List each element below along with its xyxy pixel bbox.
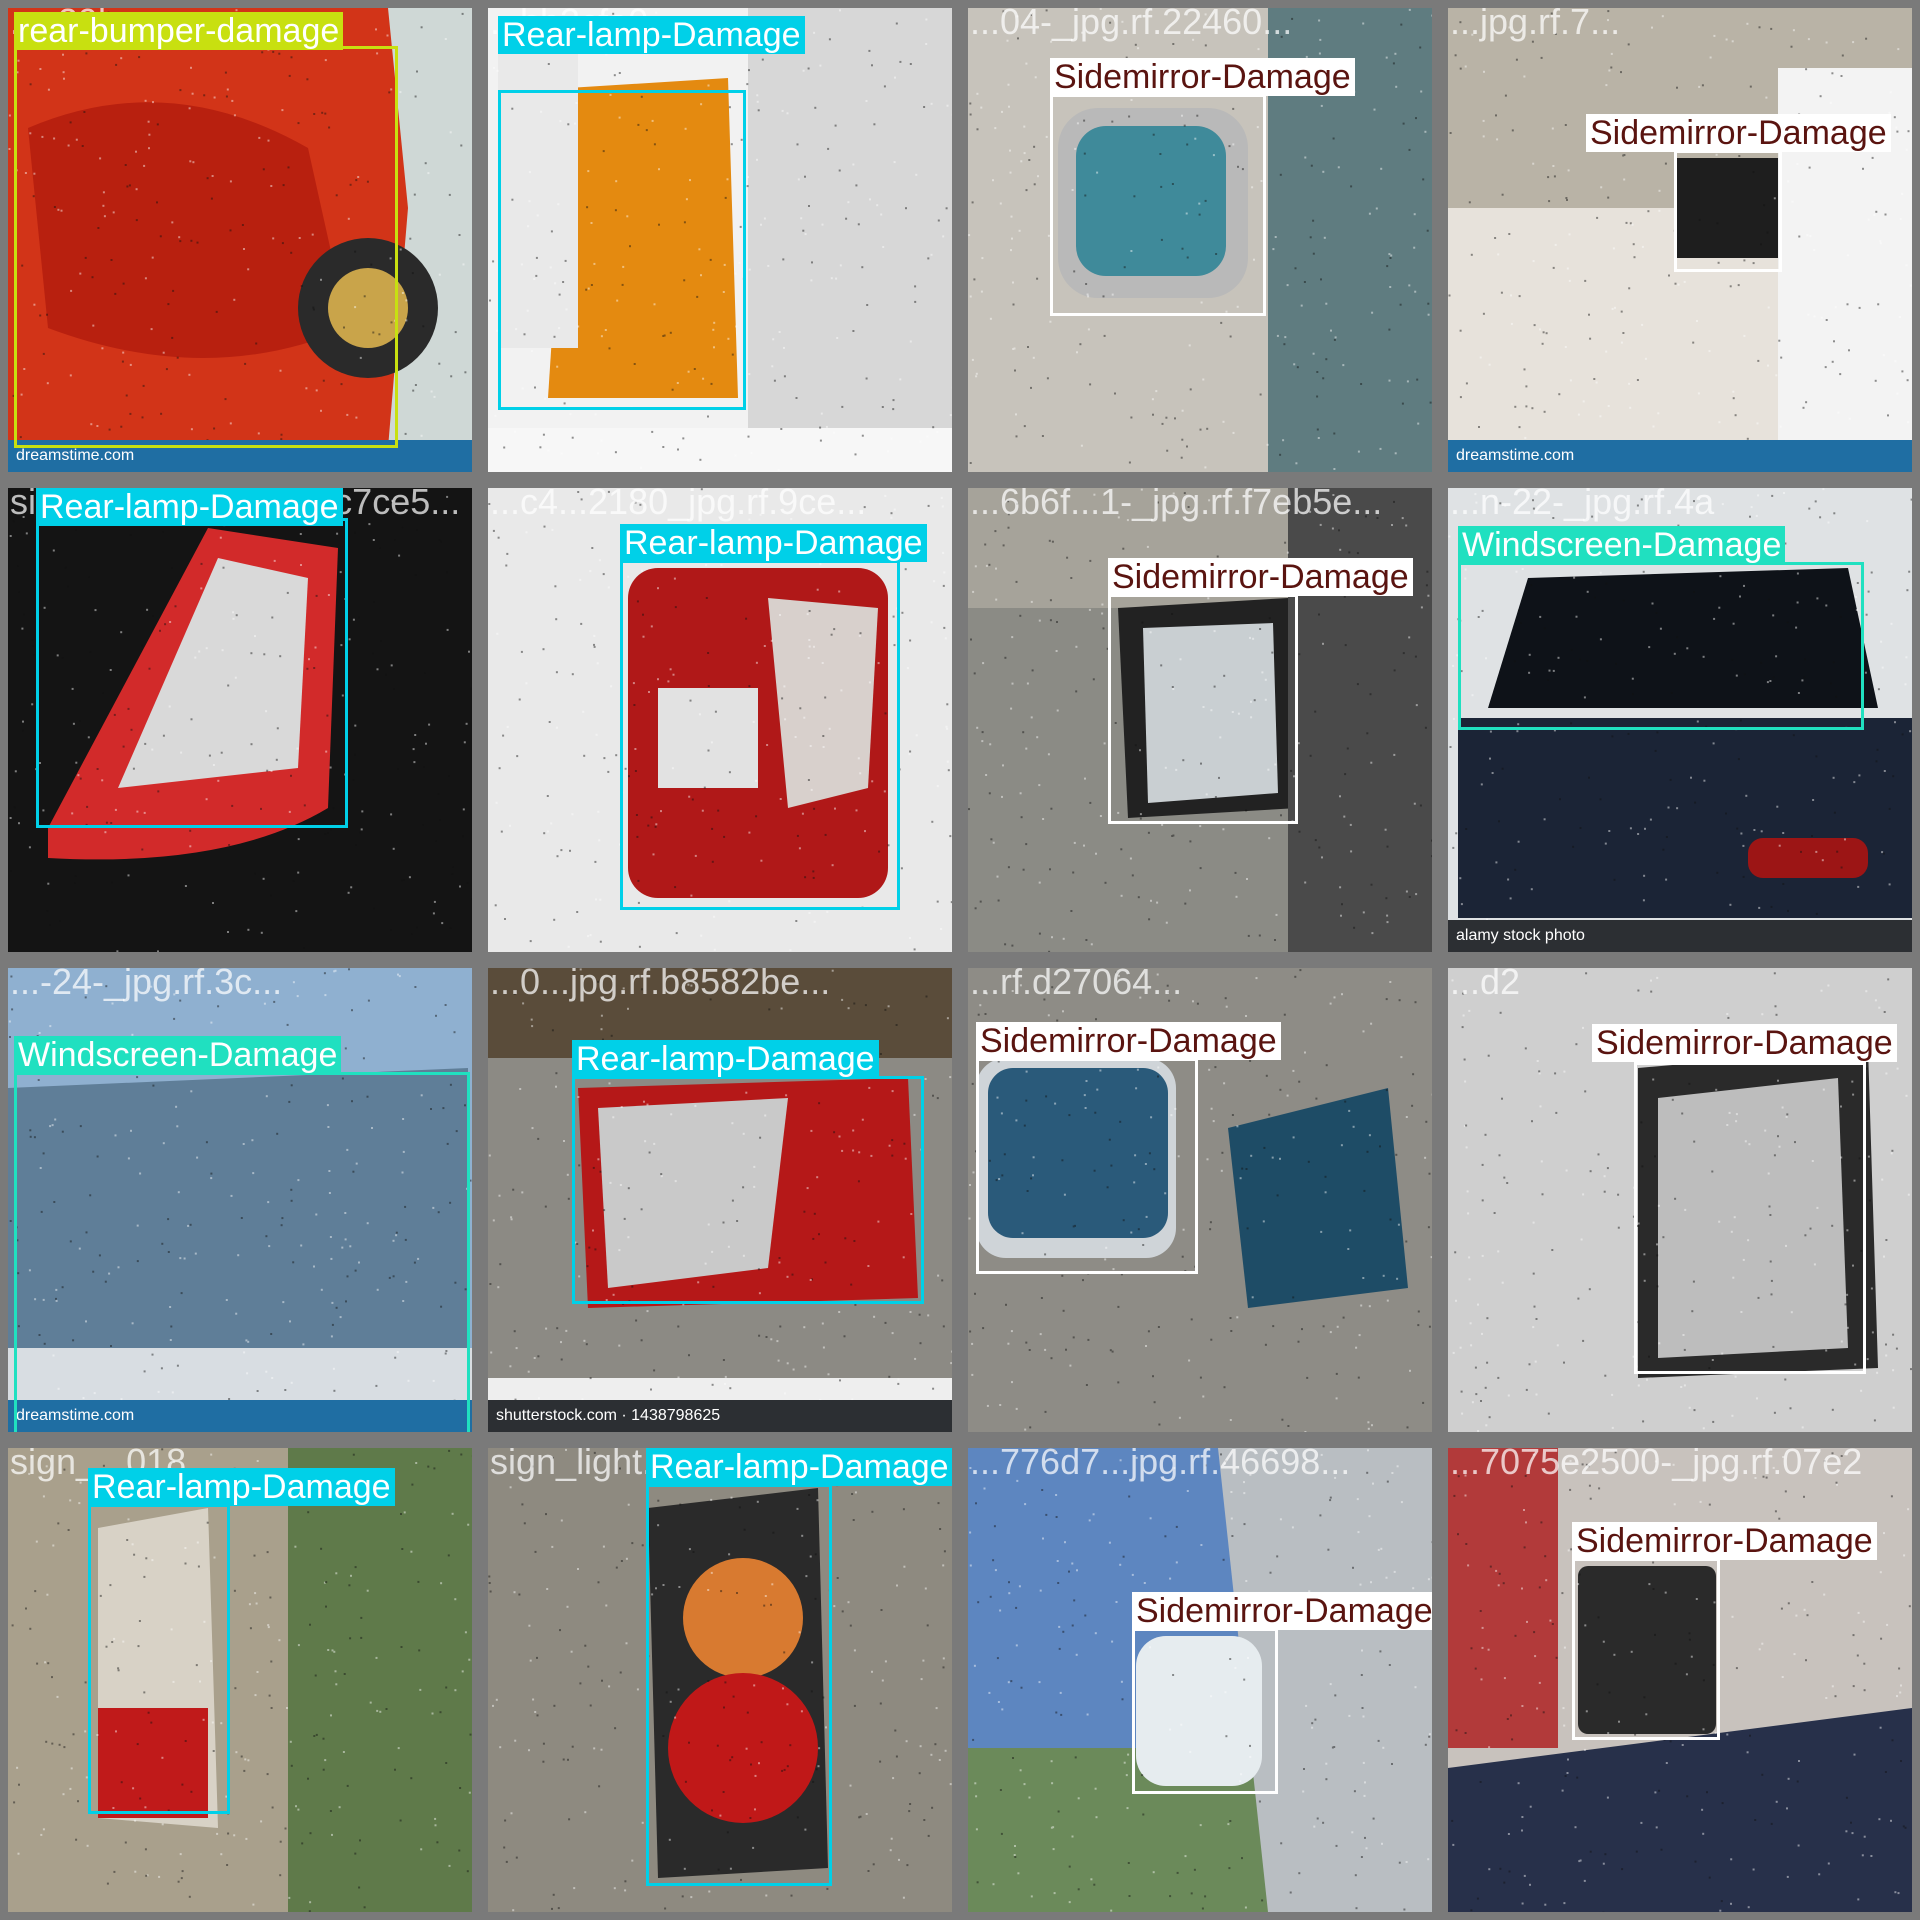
mosaic-tile: ...776d7...jpg.rf.46698... Sidemirror-Dam… — [968, 1448, 1432, 1912]
mosaic-tile: sign_...018... Rear-lamp-Damage — [8, 1448, 472, 1912]
detection-box — [36, 518, 348, 828]
tile-filename: ...c4...2180_jpg.rf.9ce... — [490, 488, 867, 522]
detection-label: Rear-lamp-Damage — [36, 488, 343, 526]
tile-filename: ...jpg.rf.7... — [1450, 8, 1621, 42]
detection-box — [1108, 594, 1298, 824]
detection-box — [88, 1504, 230, 1814]
detection-box — [1572, 1558, 1720, 1740]
tile-filename: ...d2 — [1450, 968, 1521, 1002]
mosaic-tile: sign_light... Rear-lamp-Damage — [488, 1448, 952, 1912]
detection-label: Rear-lamp-Damage — [498, 16, 805, 54]
detection-label: Sidemirror-Damage — [1132, 1592, 1432, 1630]
detection-label: Rear-lamp-Damage — [620, 524, 927, 562]
detection-label: Sidemirror-Damage — [1572, 1522, 1877, 1560]
detection-box — [646, 1484, 832, 1886]
mosaic-tile: alamy stock photo ...n-22-_jpg.rf.4a Winds… — [1448, 488, 1912, 952]
detection-label: Sidemirror-Damage — [1592, 1024, 1897, 1062]
detection-label: Sidemirror-Damage — [1586, 114, 1891, 152]
tile-filename: sign_light... — [490, 1448, 673, 1482]
detection-box — [1458, 562, 1864, 730]
mosaic-tile: ...rf.d27064... Sidemirror-Damage — [968, 968, 1432, 1432]
tile-filename: ...7075e2500-_jpg.rf.07e2 — [1450, 1448, 1863, 1482]
tile-filename: ...rf.d27064... — [970, 968, 1183, 1002]
detection-label: Sidemirror-Damage — [1050, 58, 1355, 96]
mosaic-tile: shutterstock.com · 1438798625 ...0...jpg.… — [488, 968, 952, 1432]
tile-filename: ...-24-_jpg.rf.3c... — [10, 968, 283, 1002]
detection-label: Windscreen-Damage — [14, 1036, 342, 1074]
tile-filename: ...04-_jpg.rf.22460... — [970, 8, 1293, 42]
detection-box — [14, 46, 398, 448]
detection-label: Rear-lamp-Damage — [646, 1448, 952, 1486]
stock-watermark: alamy stock photo — [1448, 920, 1912, 952]
detection-box — [1132, 1628, 1278, 1794]
detection-label: Windscreen-Damage — [1458, 526, 1786, 564]
mosaic-tile: ...6b6f...1-_jpg.rf.f7eb5e... Sidemirror-… — [968, 488, 1432, 952]
detection-label: Rear-lamp-Damage — [572, 1040, 879, 1078]
detection-label: Sidemirror-Damage — [1108, 558, 1413, 596]
stock-watermark: shutterstock.com · 1438798625 — [488, 1400, 952, 1432]
detection-label: rear-bumper-damage — [14, 12, 344, 50]
mosaic-tile: sign_light-...jpg.rf.54c7ce5...Rear-lamp… — [8, 488, 472, 952]
detection-box — [498, 90, 746, 410]
tile-filename: ...6b6f...1-_jpg.rf.f7eb5e... — [970, 488, 1383, 522]
mosaic-tile: dreamstime.com ...-24-_jpg.rf.3c... Windsc… — [8, 968, 472, 1432]
detection-box — [1634, 1062, 1866, 1374]
tile-filename: ...0...jpg.rf.b8582be... — [490, 968, 831, 1002]
mosaic-tile: dreamstime.com...c39brear-bumper-damage — [8, 8, 472, 472]
stock-watermark: dreamstime.com — [1448, 440, 1912, 472]
mosaic-tile: dreamstime.com ...jpg.rf.7... Sidemirror-D… — [1448, 8, 1912, 472]
mosaic-tile: ...d2 Sidemirror-Damage — [1448, 968, 1912, 1432]
mosaic-tile: ...7075e2500-_jpg.rf.07e2 Sidemirror-Dama… — [1448, 1448, 1912, 1912]
mosaic-tile: ...bb3cfa0...Rear-lamp-Damage — [488, 8, 952, 472]
mosaic-tile: ...04-_jpg.rf.22460... Sidemirror-Damage — [968, 8, 1432, 472]
detection-label: Sidemirror-Damage — [976, 1022, 1281, 1060]
tile-filename: ...n-22-_jpg.rf.4a — [1450, 488, 1715, 522]
tile-photo — [8, 1448, 472, 1912]
detection-label: Rear-lamp-Damage — [88, 1468, 395, 1506]
detection-box — [1050, 94, 1266, 316]
tile-filename: ...776d7...jpg.rf.46698... — [970, 1448, 1351, 1482]
detection-box — [14, 1072, 470, 1432]
detection-box — [976, 1058, 1198, 1274]
detection-box — [620, 560, 900, 910]
mosaic-tile: ...c4...2180_jpg.rf.9ce... Rear-lamp-Dama… — [488, 488, 952, 952]
detection-box — [1674, 150, 1782, 272]
detection-box — [572, 1076, 924, 1304]
detection-grid: dreamstime.com...c39brear-bumper-damage.… — [0, 0, 1920, 1920]
